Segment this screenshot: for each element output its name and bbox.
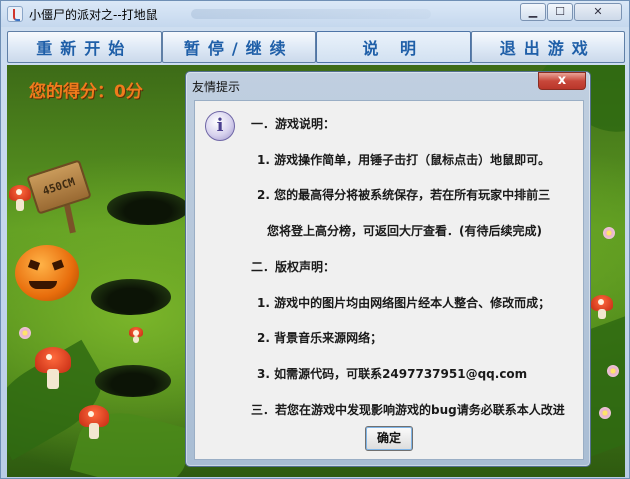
copyright-line-1: 1. 游戏中的图片均由网络图片经本人整合、修改而成； [257,296,551,310]
tips-dialog: 友情提示 x i 一．游戏说明： 1. 游戏操作简单，用锤子击打（鼠标点击）地鼠… [185,71,591,467]
distance-sign: 450CM [26,159,92,215]
copyright-line-3: 3. 如需源代码，可联系2497737951@qq.com [257,367,528,381]
sign-post [64,204,76,234]
copyright-line-2: 2. 背景音乐来源网络； [257,331,383,345]
dialog-title: 友情提示 [192,80,241,94]
restart-button[interactable]: 重新开始 [7,31,162,63]
section-heading-bugs: 三．若您在游戏中发现影响游戏的bug请务必联系本人改进 [251,403,565,417]
info-icon: i [205,111,235,141]
flower-decoration [19,327,31,339]
title-bar-reflection [191,9,431,19]
flower-decoration [599,407,611,419]
score-display: 您的得分：0分 [29,82,143,102]
dialog-body: i 一．游戏说明： 1. 游戏操作简单，用锤子击打（鼠标点击）地鼠即可。 2. … [194,100,584,460]
maximize-button[interactable]: ☐ [547,3,573,21]
rule-line-2: 2. 您的最高得分将被系统保存，若在所有玩家中排前三 [257,188,551,202]
mole-hole[interactable] [107,191,189,225]
pumpkin-decoration [15,245,79,301]
flower-decoration [607,365,619,377]
pumpkin-mouth [29,281,57,289]
dialog-close-button[interactable]: x [538,72,586,90]
pause-resume-button[interactable]: 暂停/继续 [161,31,316,63]
rule-line-2-continued: 您将登上高分榜，可返回大厅查看．(有待后续完成) [267,224,542,238]
flower-decoration [603,227,615,239]
window-title: 小僵尸的派对之--打地鼠 [29,8,158,22]
rule-line-1: 1. 游戏操作简单，用锤子击打（鼠标点击）地鼠即可。 [257,153,551,167]
minimize-button[interactable]: ▁ [520,3,546,21]
close-window-button[interactable]: ✕ [574,3,622,21]
mole-hole[interactable] [91,279,171,315]
menu-bar: 重新开始 暂停/继续 说 明 退出游戏 [7,31,625,63]
exit-game-button[interactable]: 退出游戏 [470,31,625,63]
java-app-icon [7,6,23,22]
section-heading-rules: 一．游戏说明： [251,117,336,131]
instructions-button[interactable]: 说 明 [316,31,471,63]
section-heading-copyright: 二．版权声明： [251,260,336,274]
ok-button[interactable]: 确定 [365,426,413,451]
mole-hole[interactable] [95,365,171,397]
title-bar[interactable]: 小僵尸的派对之--打地鼠 ▁ ☐ ✕ [1,1,629,27]
app-window: 小僵尸的派对之--打地鼠 ▁ ☐ ✕ 重新开始 暂停/继续 说 明 退出游戏 您… [0,0,630,479]
